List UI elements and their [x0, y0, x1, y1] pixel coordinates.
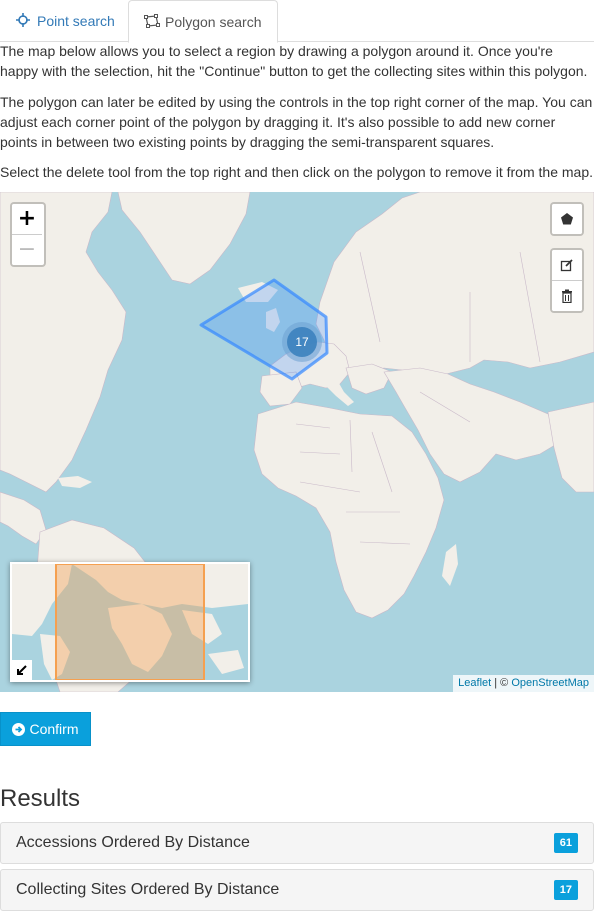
search-tabs: Point search Polygon search [0, 0, 594, 43]
count-badge: 61 [553, 833, 578, 853]
results-title: Results [0, 785, 81, 812]
edit-toolbar [550, 248, 584, 313]
tab-point-search-label: Point search [37, 13, 115, 29]
trash-icon [562, 289, 572, 303]
minimap-toggle-button[interactable] [12, 660, 32, 680]
edit-icon [560, 259, 573, 272]
result-label: Collecting Sites Ordered By Distance [16, 881, 280, 898]
tab-point-search[interactable]: Point search [5, 0, 123, 42]
openstreetmap-link[interactable]: OpenStreetMap [511, 677, 589, 689]
intro-paragraph-3: Select the delete tool from the top righ… [0, 164, 593, 180]
count-badge: 17 [553, 880, 578, 900]
polygon-icon [144, 13, 160, 30]
tab-polygon-search-label: Polygon search [165, 13, 262, 30]
map-attribution: Leaflet | © OpenStreetMap [453, 675, 594, 692]
intro-paragraph-1: The map below allows you to select a reg… [0, 43, 588, 79]
arrow-down-left-icon [17, 665, 27, 675]
marker-cluster[interactable]: 17 [282, 322, 322, 362]
draw-polygon-button[interactable] [552, 204, 582, 234]
result-accessions-by-distance[interactable]: Accessions Ordered By Distance 61 [0, 822, 594, 864]
minimap-tiles [12, 564, 248, 680]
tab-polygon-search[interactable]: Polygon search [128, 0, 278, 43]
zoom-in-button[interactable]: + [12, 204, 42, 235]
draw-toolbar [550, 202, 584, 236]
circle-arrow-right-icon [12, 722, 26, 736]
confirm-button[interactable]: Confirm [0, 712, 91, 746]
zoom-control: + − [10, 202, 46, 267]
map[interactable]: 17 + − Leaflet | © OpenStreetMap [0, 192, 594, 692]
marker-cluster-count: 17 [287, 327, 317, 357]
intro-paragraph-2: The polygon can later be edited by using… [0, 94, 593, 150]
result-label: Accessions Ordered By Distance [16, 834, 250, 851]
minimap[interactable] [10, 562, 250, 682]
crosshairs-icon [16, 13, 32, 29]
result-collecting-sites-by-distance[interactable]: Collecting Sites Ordered By Distance 17 [0, 869, 594, 911]
leaflet-link[interactable]: Leaflet [458, 677, 491, 689]
edit-layers-button[interactable] [552, 250, 582, 281]
confirm-label: Confirm [29, 721, 79, 737]
pentagon-icon [561, 213, 573, 225]
delete-layers-button[interactable] [552, 281, 582, 311]
zoom-out-button[interactable]: − [12, 235, 42, 265]
attribution-separator: | © [491, 677, 512, 689]
